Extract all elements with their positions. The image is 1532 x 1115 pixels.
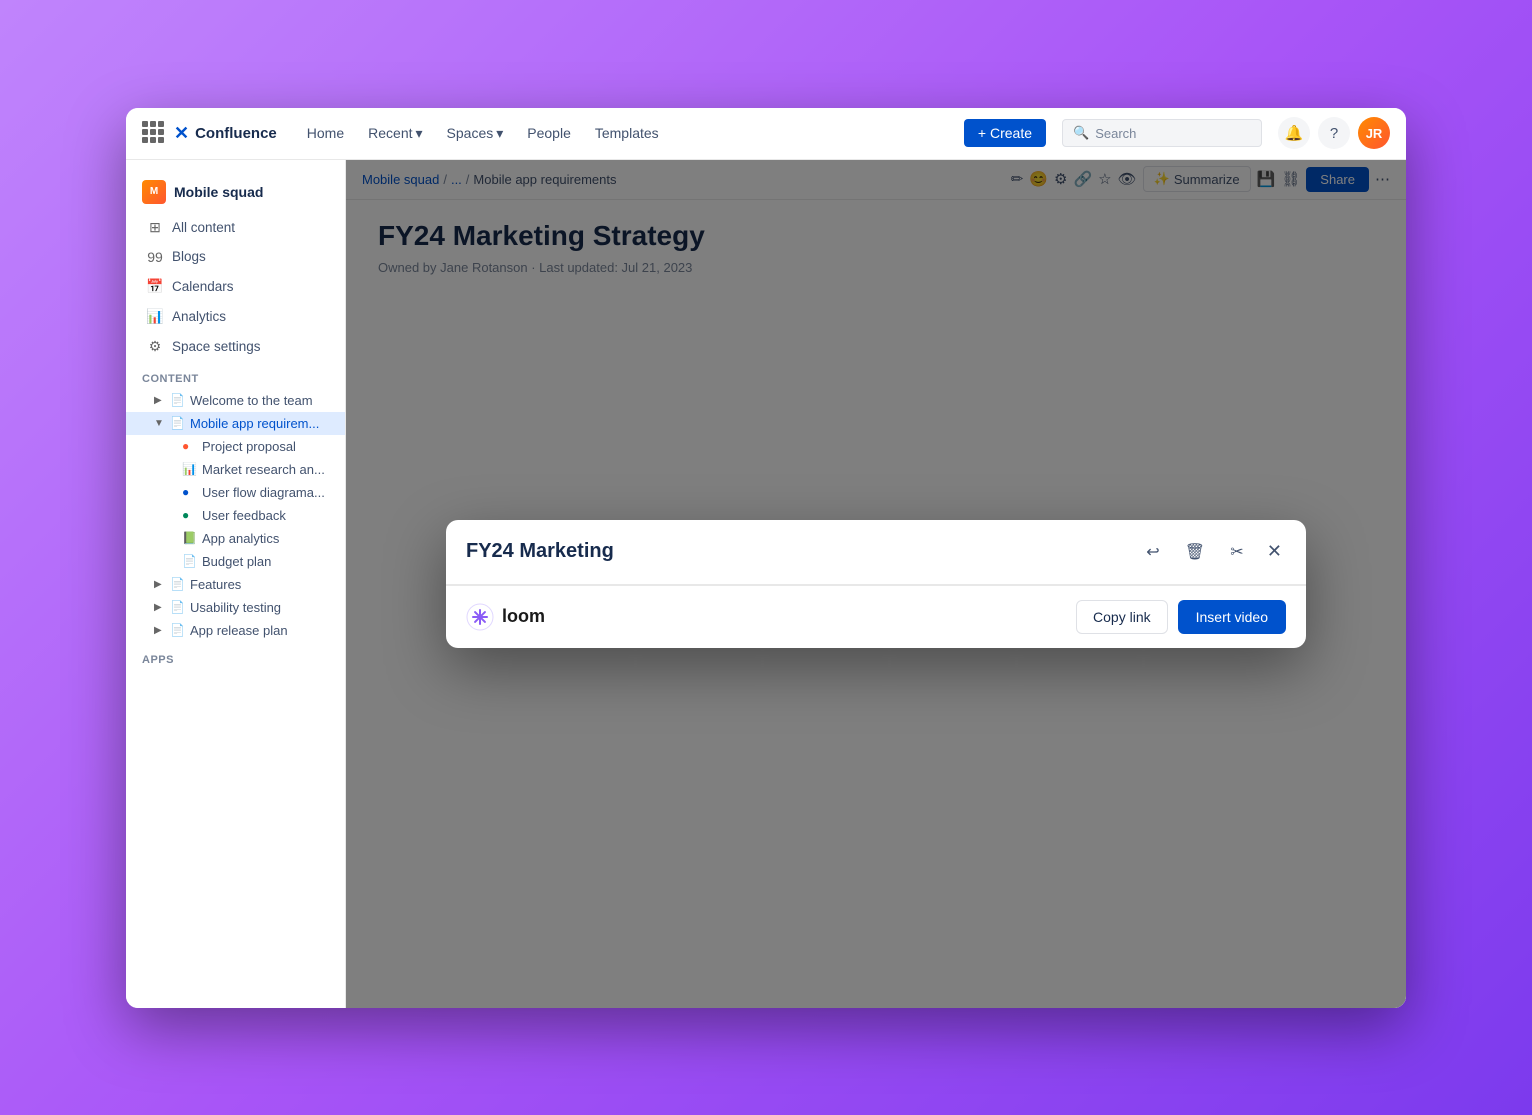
sidebar: M Mobile squad ⊞ All content 99 Blogs 📅 … (126, 160, 346, 1008)
user-avatar[interactable]: JR (1358, 117, 1390, 149)
confluence-logo[interactable]: ✕ Confluence (174, 123, 277, 144)
sidebar-item-label: All content (172, 220, 235, 235)
browser-window: ✕ Confluence Home Recent ▾ Spaces ▾ Peop… (126, 108, 1406, 1008)
sidebar-apps-section: APPS (126, 650, 345, 670)
page-icon: 📄 (182, 554, 198, 568)
sidebar-item-label: Blogs (172, 249, 206, 264)
page-icon: ● (182, 508, 198, 522)
sidebar-tree-budget-plan[interactable]: 📄 Budget plan (126, 550, 345, 573)
nav-home[interactable]: Home (297, 119, 354, 147)
delete-button[interactable]: 🗑 (1179, 536, 1211, 568)
tree-item-label: Budget plan (202, 554, 337, 569)
page-icon: 📄 (170, 393, 186, 407)
tree-item-label: Project proposal (202, 439, 337, 454)
tree-item-label: User feedback (202, 508, 337, 523)
loom-snowflake-icon (466, 603, 494, 631)
page-icon: ● (182, 439, 198, 453)
top-nav: ✕ Confluence Home Recent ▾ Spaces ▾ Peop… (126, 108, 1406, 160)
undo-button[interactable]: ↩ (1137, 536, 1169, 568)
copy-link-button[interactable]: Copy link (1076, 600, 1168, 634)
blogs-icon: 99 (146, 249, 164, 265)
modal-header: FY24 Marketing ↩ 🗑 ✂ ✕ (446, 520, 1306, 585)
main-content: Mobile squad / ... / Mobile app requirem… (346, 160, 1406, 1008)
page-icon: 📄 (170, 577, 186, 591)
search-icon: 🔍 (1073, 125, 1089, 141)
page-icon: 📄 (170, 623, 186, 637)
expand-icon: ▶ (154, 602, 166, 613)
sidebar-item-space-settings[interactable]: ⚙ Space settings (130, 332, 341, 361)
sidebar-item-label: Calendars (172, 279, 234, 294)
modal-header-actions: ↩ 🗑 ✂ ✕ (1137, 536, 1286, 568)
page-icon: 📄 (170, 600, 186, 614)
sidebar-tree-welcome[interactable]: ▶ 📄 Welcome to the team (126, 389, 345, 412)
calendars-icon: 📅 (146, 278, 164, 295)
page-icon: 📄 (170, 416, 186, 430)
sidebar-tree-mobile-app[interactable]: ▼ 📄 Mobile app requirem... (126, 412, 345, 435)
page-icon: 📊 (182, 462, 198, 476)
expand-icon: ▶ (154, 625, 166, 636)
tree-item-label: Usability testing (190, 600, 337, 615)
sidebar-tree-features[interactable]: ▶ 📄 Features (126, 573, 345, 596)
sidebar-item-blogs[interactable]: 99 Blogs (130, 243, 341, 271)
sidebar-tree-market-research[interactable]: 📊 Market research an... (126, 458, 345, 481)
tree-item-label: User flow diagrama... (202, 485, 337, 500)
loom-text: loom (502, 606, 545, 627)
nav-right-icons: 🔔 ? JR (1278, 117, 1390, 149)
tree-item-label: Features (190, 577, 337, 592)
footer-actions: Copy link Insert video (1076, 600, 1286, 634)
notifications-button[interactable]: 🔔 (1278, 117, 1310, 149)
settings-icon: ⚙ (146, 338, 164, 355)
nav-templates[interactable]: Templates (585, 119, 669, 147)
modal-overlay: FY24 Marketing ↩ 🗑 ✂ ✕ (346, 160, 1406, 1008)
loom-modal: FY24 Marketing ↩ 🗑 ✂ ✕ (446, 520, 1306, 648)
sidebar-tree-usability-testing[interactable]: ▶ 📄 Usability testing (126, 596, 345, 619)
tree-item-label: Welcome to the team (190, 393, 337, 408)
sidebar-tree-user-flow[interactable]: ● User flow diagrama... (126, 481, 345, 504)
sidebar-item-label: Analytics (172, 309, 226, 324)
tree-item-label: Mobile app requirem... (190, 416, 337, 431)
insert-video-button[interactable]: Insert video (1178, 600, 1286, 634)
close-button[interactable]: ✕ (1263, 537, 1286, 566)
tree-item-label: App release plan (190, 623, 337, 638)
content-area: M Mobile squad ⊞ All content 99 Blogs 📅 … (126, 160, 1406, 1008)
sidebar-tree-project-proposal[interactable]: ● Project proposal (126, 435, 345, 458)
sidebar-space-header: M Mobile squad (126, 172, 345, 212)
nav-people[interactable]: People (517, 119, 581, 147)
expand-icon: ▶ (154, 395, 166, 406)
help-button[interactable]: ? (1318, 117, 1350, 149)
sidebar-content-section: CONTENT (126, 369, 345, 389)
nav-recent[interactable]: Recent ▾ (358, 119, 432, 148)
sidebar-item-calendars[interactable]: 📅 Calendars (130, 272, 341, 301)
scissors-button[interactable]: ✂ (1221, 536, 1253, 568)
page-icon: 📗 (182, 531, 198, 545)
expand-icon: ▶ (154, 579, 166, 590)
create-button[interactable]: + Create (964, 119, 1046, 147)
nav-links: Home Recent ▾ Spaces ▾ People Templates (297, 119, 956, 148)
analytics-icon: 📊 (146, 308, 164, 325)
modal-title: FY24 Marketing (466, 540, 614, 563)
expand-icon: ▼ (154, 418, 166, 429)
all-content-icon: ⊞ (146, 219, 164, 236)
logo-text: Confluence (195, 125, 277, 142)
loom-logo: loom (466, 603, 545, 631)
tree-item-label: App analytics (202, 531, 337, 546)
sidebar-tree-app-release[interactable]: ▶ 📄 App release plan (126, 619, 345, 642)
space-avatar: M (142, 180, 166, 204)
sidebar-item-analytics[interactable]: 📊 Analytics (130, 302, 341, 331)
page-icon: ● (182, 485, 198, 499)
sidebar-item-all-content[interactable]: ⊞ All content (130, 213, 341, 242)
sidebar-tree-user-feedback[interactable]: ● User feedback (126, 504, 345, 527)
space-name: Mobile squad (174, 184, 263, 200)
logo-icon: ✕ (174, 123, 189, 144)
search-bar[interactable]: 🔍 Search (1062, 119, 1262, 147)
sidebar-item-label: Space settings (172, 339, 261, 354)
tree-item-label: Market research an... (202, 462, 337, 477)
nav-spaces[interactable]: Spaces ▾ (437, 119, 514, 148)
sidebar-tree-app-analytics[interactable]: 📗 App analytics (126, 527, 345, 550)
modal-footer: loom Copy link Insert video (446, 585, 1306, 648)
grid-menu-icon[interactable] (142, 121, 166, 145)
